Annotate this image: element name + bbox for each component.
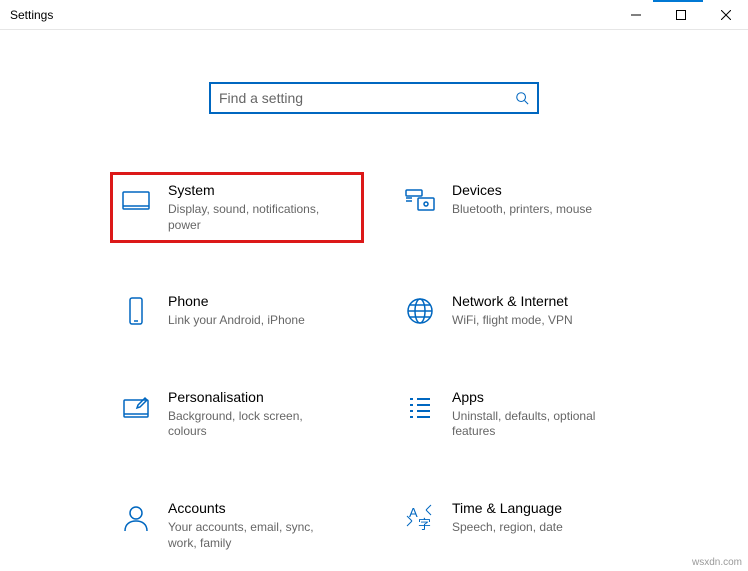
accounts-icon <box>120 502 152 534</box>
titlebar: Settings <box>0 0 748 30</box>
time-language-icon: A字 <box>404 502 436 534</box>
tile-apps[interactable]: Apps Uninstall, defaults, optional featu… <box>394 379 648 450</box>
minimize-button[interactable] <box>613 0 658 29</box>
tile-phone[interactable]: Phone Link your Android, iPhone <box>110 283 364 339</box>
system-icon <box>120 184 152 216</box>
personalisation-icon <box>120 391 152 423</box>
phone-icon <box>120 295 152 327</box>
apps-icon <box>404 391 436 423</box>
tile-title: Network & Internet <box>452 293 573 309</box>
tile-title: Personalisation <box>168 389 338 405</box>
tile-personalisation[interactable]: Personalisation Background, lock screen,… <box>110 379 364 450</box>
tile-desc: Display, sound, notifications, power <box>168 202 338 233</box>
search-box[interactable] <box>209 82 539 114</box>
tile-time[interactable]: A字 Time & Language Speech, region, date <box>394 490 648 561</box>
tile-desc: WiFi, flight mode, VPN <box>452 313 573 329</box>
tile-network[interactable]: Network & Internet WiFi, flight mode, VP… <box>394 283 648 339</box>
tile-desc: Background, lock screen, colours <box>168 409 338 440</box>
tile-desc: Your accounts, email, sync, work, family <box>168 520 338 551</box>
tile-title: Devices <box>452 182 592 198</box>
maximize-button[interactable] <box>658 0 703 29</box>
svg-text:字: 字 <box>418 517 431 532</box>
watermark: wsxdn.com <box>692 557 742 568</box>
window-title: Settings <box>10 8 613 22</box>
tile-desc: Link your Android, iPhone <box>168 313 305 329</box>
tile-title: Apps <box>452 389 622 405</box>
tile-title: Phone <box>168 293 305 309</box>
tile-devices[interactable]: Devices Bluetooth, printers, mouse <box>394 172 648 243</box>
tile-system[interactable]: System Display, sound, notifications, po… <box>110 172 364 243</box>
tile-title: System <box>168 182 338 198</box>
globe-icon <box>404 295 436 327</box>
tile-accounts[interactable]: Accounts Your accounts, email, sync, wor… <box>110 490 364 561</box>
tile-desc: Uninstall, defaults, optional features <box>452 409 622 440</box>
tile-desc: Bluetooth, printers, mouse <box>452 202 592 218</box>
devices-icon <box>404 184 436 216</box>
svg-text:A: A <box>409 505 418 520</box>
search-icon <box>515 91 529 105</box>
search-input[interactable] <box>219 90 515 106</box>
tile-title: Time & Language <box>452 500 563 516</box>
tile-desc: Speech, region, date <box>452 520 563 536</box>
close-button[interactable] <box>703 0 748 29</box>
tile-title: Accounts <box>168 500 338 516</box>
